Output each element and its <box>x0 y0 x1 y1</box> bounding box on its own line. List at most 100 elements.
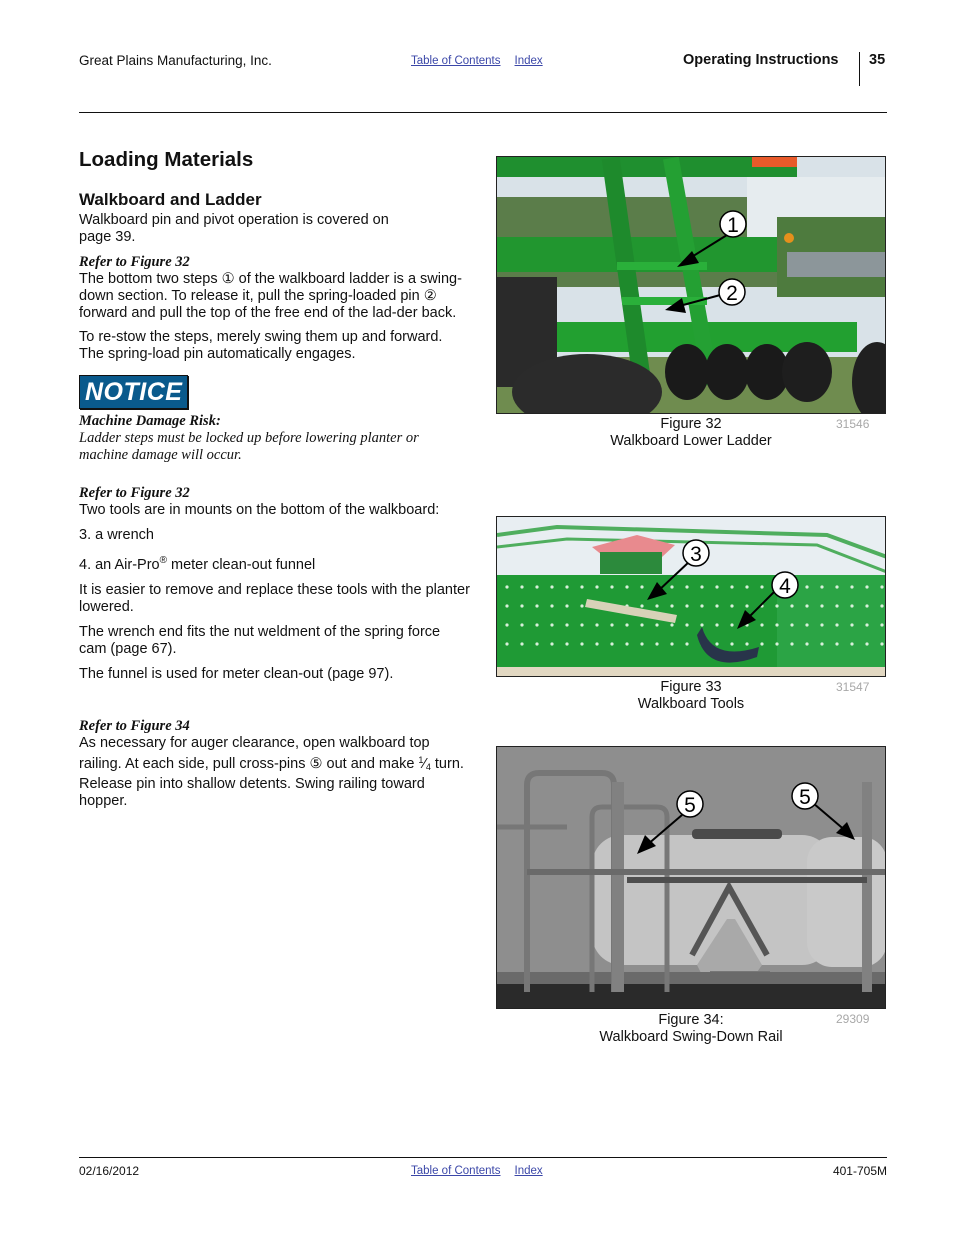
walkboard-perforation <box>670 604 674 608</box>
header-section-title: Operating Instructions <box>683 52 839 68</box>
walkboard-perforation <box>580 623 584 627</box>
walkboard-perforation <box>730 604 734 608</box>
walkboard-perforation <box>865 642 869 646</box>
notice-body: Ladder steps must be locked up before lo… <box>79 430 419 463</box>
footer-toc-link[interactable]: Table of Contents <box>411 1165 501 1177</box>
walkboard-perforation <box>760 642 764 646</box>
page-number: 35 <box>869 52 886 68</box>
walkboard-swing-down-rail-photo: 5 5 <box>497 747 885 1008</box>
walkboard-perforation <box>685 604 689 608</box>
walkboard-perforation <box>865 623 869 627</box>
figure-32-callout-1: 1 <box>727 214 739 237</box>
registered-mark: ® <box>159 555 167 566</box>
section-title: Walkboard and Ladder <box>79 190 262 209</box>
tool-item-wrench: 3. a wrench <box>79 527 154 543</box>
walkboard-perforation <box>700 585 704 589</box>
walkboard-perforation <box>745 604 749 608</box>
intro-paragraph: Walkboard pin and pivot operation is cov… <box>79 212 389 245</box>
figure-32-id: 31546 <box>836 417 870 431</box>
header-index-link[interactable]: Index <box>515 55 543 67</box>
walkboard-perforation <box>565 604 569 608</box>
walkboard-perforation <box>655 642 659 646</box>
walkboard-perforation <box>625 585 629 589</box>
footer-index-link[interactable]: Index <box>515 1165 543 1177</box>
walkboard-perforation <box>535 623 539 627</box>
walkboard-perforation <box>685 585 689 589</box>
figure-32-caption: Figure 32 Walkboard Lower Ladder <box>496 416 886 450</box>
figure-34-title: Walkboard Swing-Down Rail <box>599 1029 783 1045</box>
ladder-restow-paragraph: To re-stow the steps, merely swing them … <box>79 329 443 362</box>
walkboard-perforation <box>835 642 839 646</box>
walkboard-perforation <box>805 642 809 646</box>
walkboard-perforation <box>730 585 734 589</box>
walkboard-perforation <box>700 604 704 608</box>
walkboard-perforation <box>535 642 539 646</box>
tools-remove-paragraph: It is easier to remove and replace these… <box>79 581 470 615</box>
walkboard-perforation <box>730 642 734 646</box>
figure-34-callout-5-right: 5 <box>799 786 811 809</box>
walkboard-perforation <box>700 623 704 627</box>
header-divider <box>859 52 860 86</box>
refer-figure-32-b: Refer to Figure 32 <box>79 485 190 501</box>
footer-links: Table of Contents Index <box>411 1165 543 1177</box>
walkboard-perforation <box>550 604 554 608</box>
walkboard-perforation <box>715 604 719 608</box>
figure-33-title: Walkboard Tools <box>637 696 745 712</box>
walkboard-perforation <box>850 585 854 589</box>
walkboard-perforation <box>880 623 884 627</box>
walkboard-perforation <box>625 642 629 646</box>
walkboard-perforation <box>685 623 689 627</box>
walkboard-perforation <box>505 623 509 627</box>
page-title: Loading Materials <box>79 148 254 171</box>
notice-block: NOTICE Machine Damage Risk: Ladder steps… <box>79 375 471 464</box>
walkboard-perforation <box>550 585 554 589</box>
walkboard-perforation <box>850 623 854 627</box>
walkboard-perforation <box>535 585 539 589</box>
ladder-release-paragraph: The bottom two steps ① of the walkboard … <box>79 271 462 321</box>
walkboard-perforation <box>520 623 524 627</box>
walkboard-perforation <box>610 585 614 589</box>
walkboard-lower-ladder-photo: 1 2 <box>497 157 885 413</box>
walkboard-perforation <box>625 623 629 627</box>
walkboard-perforation <box>790 623 794 627</box>
walkboard-perforation <box>505 604 509 608</box>
walkboard-perforation <box>835 585 839 589</box>
walkboard-perforation <box>550 642 554 646</box>
figure-34-label: Figure 34: <box>658 1012 724 1028</box>
walkboard-perforation <box>655 604 659 608</box>
walkboard-perforation <box>820 642 824 646</box>
railing-paragraph: As necessary for auger clearance, open w… <box>79 735 471 810</box>
figure-33-label: Figure 33 <box>660 679 722 695</box>
figure-33-caption: Figure 33 Walkboard Tools <box>496 679 886 713</box>
walkboard-perforation <box>670 623 674 627</box>
walkboard-perforation <box>865 585 869 589</box>
tool-item-funnel-text-2: meter clean-out funnel <box>166 556 316 573</box>
tool-item-funnel-text: 4. an Air-Pro <box>79 556 160 573</box>
tool-item-funnel: 4. an Air-Pro® meter clean-out funnel <box>79 552 471 574</box>
walkboard-perforation <box>775 604 779 608</box>
header-toc-link[interactable]: Table of Contents <box>411 55 501 67</box>
figure-32-title: Walkboard Lower Ladder <box>610 433 772 449</box>
walkboard-perforation <box>850 604 854 608</box>
walkboard-perforation <box>880 604 884 608</box>
figure-32-label: Figure 32 <box>660 416 722 432</box>
fraction-one-quarter: 1⁄4 <box>418 754 431 772</box>
walkboard-perforation <box>670 585 674 589</box>
walkboard-perforation <box>505 585 509 589</box>
walkboard-perforation <box>595 623 599 627</box>
figure-33-image: 3 4 <box>496 516 886 677</box>
walkboard-perforation <box>640 585 644 589</box>
walkboard-perforation <box>520 604 524 608</box>
footer-doc-number: 401-705M <box>832 1164 887 1178</box>
walkboard-perforation <box>610 642 614 646</box>
figure-34-callout-5-left: 5 <box>684 794 696 817</box>
footer-rule <box>79 1157 887 1158</box>
walkboard-perforation <box>640 642 644 646</box>
figure-33-callout-3: 3 <box>690 543 702 566</box>
walkboard-perforation <box>745 585 749 589</box>
header-links: Table of Contents Index <box>411 55 543 67</box>
walkboard-perforation <box>805 623 809 627</box>
walkboard-perforation <box>520 642 524 646</box>
walkboard-perforation <box>535 604 539 608</box>
figure-34-caption: Figure 34: Walkboard Swing-Down Rail <box>496 1012 886 1046</box>
